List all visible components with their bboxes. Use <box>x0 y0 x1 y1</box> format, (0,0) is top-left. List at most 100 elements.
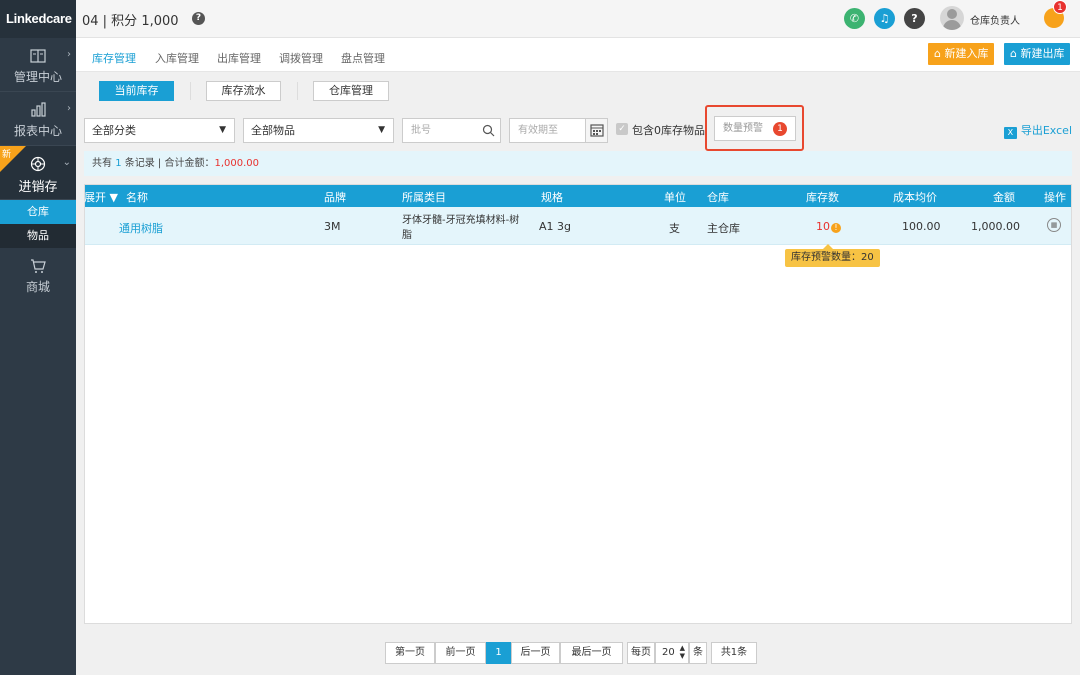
per-page-unit: 条 <box>689 642 707 664</box>
last-page-button[interactable]: 最后一页 <box>560 642 623 664</box>
phone-icon[interactable]: ✆ <box>844 8 865 29</box>
tab-stock-management[interactable]: 库存管理 <box>92 50 136 75</box>
summary-bar: 共有 1 条记录 | 合计金额：1,000.00 <box>84 151 1072 176</box>
page-1-button[interactable]: 1 <box>486 642 511 664</box>
sidebar-item-reports[interactable]: › 报表中心 <box>0 92 76 146</box>
caret-down-icon: ▼ <box>219 125 226 135</box>
warning-dot-icon[interactable]: ! <box>831 223 841 233</box>
tab-outbound-management[interactable]: 出库管理 <box>217 50 261 66</box>
table-header: 展开 ▼ 名称 品牌 所属类目 规格 单位 仓库 库存数 成本均价 金额 操作 <box>84 185 1071 207</box>
cell-avg-cost: 100.00 <box>902 220 941 233</box>
filter-bar: 全部分类 ▼ 全部物品 ▼ 批号 有效期至 ✓ 包含0库存物品 数量预警 1 X… <box>84 105 1072 151</box>
tab-stocktake-management[interactable]: 盘点管理 <box>341 50 385 66</box>
stock-warning-tooltip: 库存预警数量：20 <box>785 244 880 267</box>
header-name: 名称 <box>126 191 148 204</box>
user-name[interactable]: 仓库负责人 <box>970 12 1020 27</box>
category-value: 全部分类 <box>92 124 136 137</box>
headset-icon[interactable]: ♫ <box>874 8 895 29</box>
header-category: 所属类目 <box>402 191 446 204</box>
stepper-arrows-icon[interactable]: ▲ ▼ <box>680 644 685 660</box>
item-select[interactable]: 全部物品 ▼ <box>243 118 394 143</box>
expand-toggle[interactable]: 展开 ▼ <box>84 189 118 205</box>
first-page-button[interactable]: 第一页 <box>385 642 435 664</box>
question-icon[interactable]: ? <box>904 8 925 29</box>
per-page-stepper[interactable]: 20 ▲ ▼ <box>655 642 689 664</box>
item-value: 全部物品 <box>251 124 295 137</box>
sidebar-item-inventory[interactable]: 新 ⌄ 进销存 <box>0 146 76 200</box>
item-name-link[interactable]: 通用树脂 <box>119 220 163 236</box>
subtab-stock-flow[interactable]: 库存流水 <box>206 81 281 101</box>
tab-transfer-management[interactable]: 调拨管理 <box>279 50 323 66</box>
stock-value: 10 <box>816 220 830 233</box>
sidebar-item-label: 进销存 <box>18 180 58 195</box>
divider <box>297 82 298 100</box>
new-outbound-label: 新建出库 <box>1020 47 1065 60</box>
include-zero-checkbox[interactable]: ✓ <box>616 123 628 135</box>
settings-icon <box>30 156 46 172</box>
sidebar-item-label: 商城 <box>25 280 50 294</box>
sidebar-subitem-items[interactable]: 物品 <box>0 224 76 248</box>
main-content: 库存管理 入库管理 出库管理 调拨管理 盘点管理 ⌂ 新建入库 ⌂ 新建出库 当… <box>76 38 1080 675</box>
chevron-down-icon: ⌄ <box>62 157 71 168</box>
export-excel-link[interactable]: X 导出Excel <box>1003 122 1072 139</box>
header-unit: 单位 <box>664 191 686 204</box>
batch-placeholder: 批号 <box>411 125 431 136</box>
table-row[interactable]: 通用树脂 3M 牙体牙髓-牙冠充填材料-树 脂 A1 3g 支 主仓库 10! … <box>85 207 1071 245</box>
sidebar-subitem-warehouse[interactable]: 仓库 <box>0 200 76 224</box>
cell-unit: 支 <box>669 222 680 235</box>
sidebar-item-shop[interactable]: 商城 <box>0 248 76 302</box>
book-icon <box>30 49 46 63</box>
cell-brand: 3M <box>324 220 341 233</box>
detail-icon[interactable]: ▦ <box>1047 218 1061 232</box>
header-action: 操作 <box>1044 191 1066 204</box>
next-page-button[interactable]: 后一页 <box>511 642 560 664</box>
new-inbound-label: 新建入库 <box>944 47 989 60</box>
cell-amount: 1,000.00 <box>971 220 1020 233</box>
help-icon[interactable]: ? <box>192 12 205 25</box>
avatar[interactable] <box>940 6 964 30</box>
header-warehouse: 仓库 <box>707 191 729 204</box>
clinic-title: 04 | 积分 1,000 <box>82 14 179 29</box>
cell-stock: 10! <box>816 220 841 233</box>
new-outbound-button[interactable]: ⌂ 新建出库 <box>1004 43 1071 65</box>
new-inbound-button[interactable]: ⌂ 新建入库 <box>928 43 995 65</box>
per-page-value: 20 <box>662 647 675 658</box>
divider <box>190 82 191 100</box>
new-badge: 新 <box>2 150 12 160</box>
expiry-input[interactable]: 有效期至 <box>509 118 608 143</box>
tab-inbound-management[interactable]: 入库管理 <box>155 50 199 66</box>
category-select[interactable]: 全部分类 ▼ <box>84 118 235 143</box>
batch-input[interactable]: 批号 <box>402 118 501 143</box>
header-avg-cost: 成本均价 <box>893 191 937 204</box>
notification-badge: 1 <box>1053 0 1067 14</box>
record-count: 1 <box>115 158 122 169</box>
calendar-icon[interactable] <box>585 119 607 142</box>
sidebar-item-management[interactable]: › 管理中心 <box>0 38 76 92</box>
cell-category-line2: 脂 <box>402 230 412 241</box>
sidebar: Linkedcare › 管理中心 › 报表中心 新 ⌄ 进销存 仓库 物品 商… <box>0 0 76 675</box>
warning-count-badge: 1 <box>773 122 787 136</box>
quantity-warning-button[interactable]: 数量预警 1 <box>714 116 796 141</box>
sidebar-item-label: 报表中心 <box>13 124 62 138</box>
cell-warehouse: 主仓库 <box>707 222 740 235</box>
sub-tabs: 当前库存 库存流水 仓库管理 <box>84 72 1072 110</box>
search-icon[interactable] <box>482 124 495 137</box>
subtab-warehouse-management[interactable]: 仓库管理 <box>313 81 389 101</box>
include-zero-label: 包含0库存物品 <box>632 124 705 137</box>
chevron-right-icon: › <box>67 49 71 60</box>
subtab-current-stock[interactable]: 当前库存 <box>99 81 174 101</box>
excel-icon: X <box>1003 127 1017 139</box>
cell-spec: A1 3g <box>539 220 572 233</box>
cell-category-line1: 牙体牙髓-牙冠充填材料-树 <box>402 215 520 226</box>
app-logo: Linkedcare <box>0 0 76 38</box>
summary-prefix: 共有 <box>92 158 112 169</box>
header-amount: 金额 <box>993 191 1015 204</box>
total-amount: 1,000.00 <box>214 158 260 169</box>
header-brand: 品牌 <box>324 191 346 204</box>
expiry-placeholder: 有效期至 <box>518 125 558 136</box>
summary-suffix: 条记录 | 合计金额： <box>124 158 215 169</box>
header-spec: 规格 <box>541 191 563 204</box>
prev-page-button[interactable]: 前一页 <box>435 642 486 664</box>
cart-icon <box>31 259 46 273</box>
per-page-label: 每页 <box>627 642 655 664</box>
